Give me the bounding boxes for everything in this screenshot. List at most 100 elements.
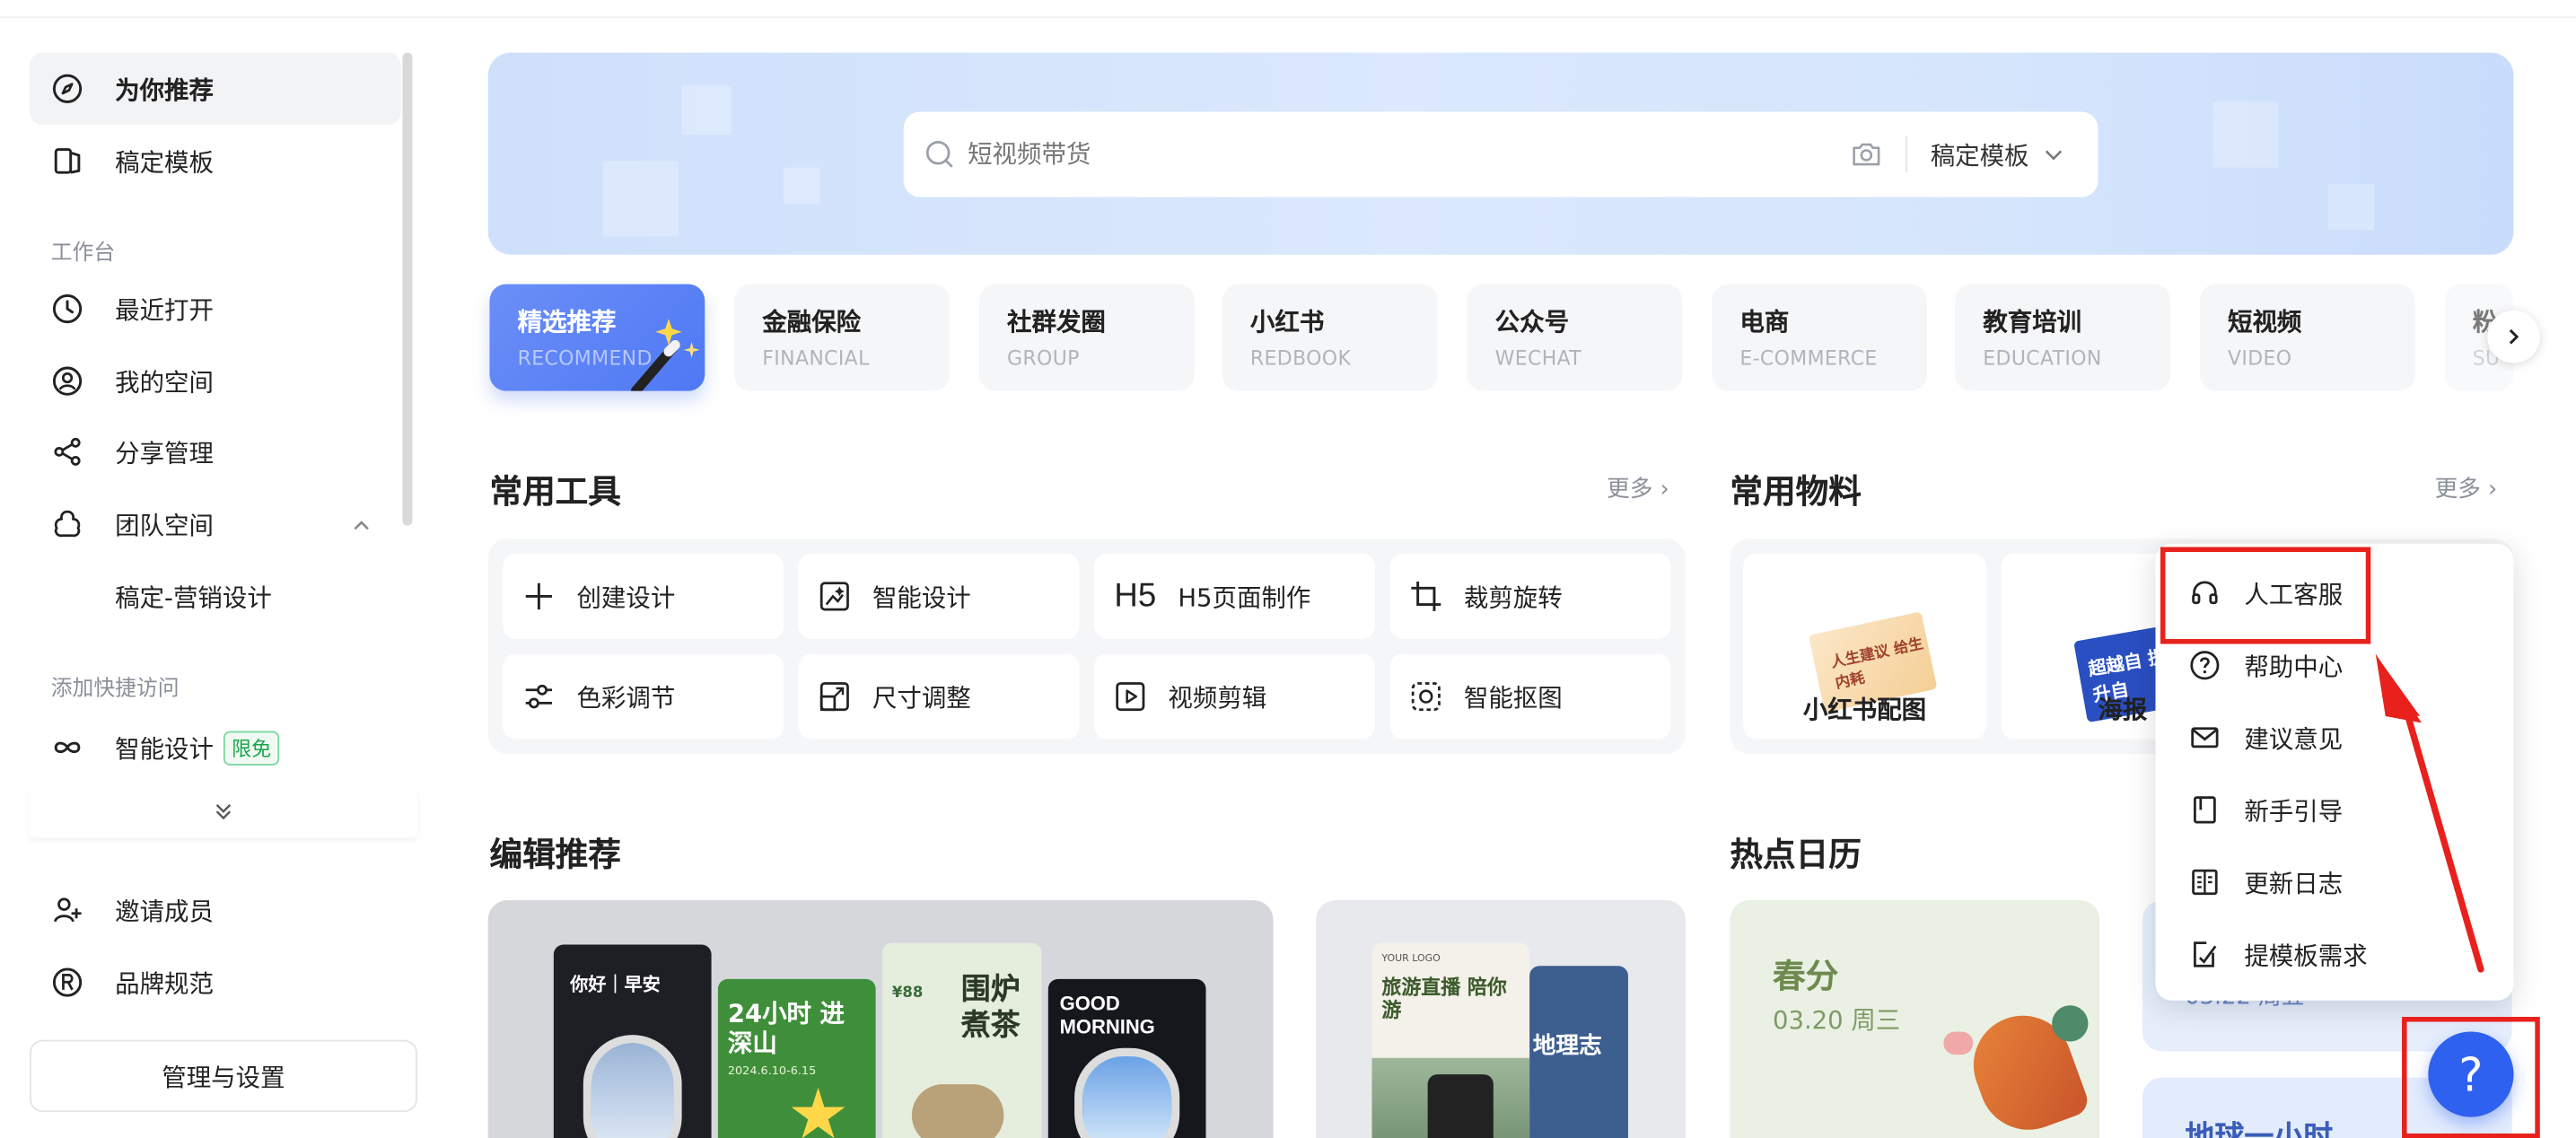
tools-panel: 创建设计 智能设计 H5 H5页面制作 裁剪旋转 色彩调节 尺寸调整 视频剪辑 (487, 538, 1686, 755)
material-label: 小红书配图 (1802, 695, 1927, 725)
sidebar-item-share[interactable]: 分享管理 (30, 416, 401, 488)
poster-thumbnail: GOOD MORNING (1047, 978, 1206, 1138)
manage-settings-button[interactable]: 管理与设置 (29, 1039, 417, 1113)
tool-label: 色彩调节 (576, 682, 676, 713)
help-menu-label: 提模板需求 (2244, 940, 2368, 970)
category-education[interactable]: 教育培训 EDUCATION (1955, 284, 2170, 391)
tools-more-link[interactable]: 更多 › (1607, 471, 1669, 504)
compass-icon (51, 73, 84, 106)
sidebar-item-label: 团队空间 (115, 510, 214, 540)
sidebar-item-label: 我的空间 (115, 367, 214, 398)
search-input[interactable] (968, 139, 1851, 170)
help-menu-item-changelog[interactable]: 更新日志 (2155, 853, 2513, 912)
team-icon (51, 508, 84, 541)
help-circle-icon (2188, 649, 2221, 682)
tool-h5[interactable]: H5 H5页面制作 (1094, 553, 1376, 640)
category-wechat[interactable]: 公众号 WECHAT (1467, 284, 1683, 391)
sliders-icon (521, 678, 556, 714)
chevron-down-icon[interactable] (2042, 143, 2065, 166)
video-icon (1112, 678, 1148, 714)
ai-design-icon (817, 578, 853, 614)
search-scope-select[interactable]: 稿定模板 (1931, 137, 2029, 171)
category-recommend[interactable]: 精选推荐 RECOMMEND (489, 284, 705, 391)
log-icon (2188, 866, 2221, 899)
sidebar-item-label: 邀请成员 (115, 896, 214, 926)
help-menu-item-feedback[interactable]: 建议意见 (2155, 708, 2513, 767)
tool-cutout[interactable]: 智能抠图 (1389, 653, 1671, 740)
tool-create-design[interactable]: 创建设计 (503, 553, 784, 640)
help-menu-item-template-request[interactable]: 提模板需求 (2155, 925, 2513, 985)
sidebar-item-label: 分享管理 (115, 437, 214, 468)
camera-icon[interactable] (1850, 138, 1883, 171)
expand-more-button[interactable] (30, 789, 417, 838)
category-video[interactable]: 短视频 VIDEO (2199, 284, 2415, 391)
tool-color-adjust[interactable]: 色彩调节 (503, 653, 784, 740)
poster-text: 2024.6.10-6.15 (727, 1064, 817, 1078)
calendar-section-title: 热点日历 (1730, 834, 1862, 874)
annotation-highlight-customer-service (2160, 547, 2371, 644)
help-menu-label: 建议意见 (2244, 723, 2344, 754)
poster-text: 地理志 (1532, 1033, 1602, 1060)
category-subtitle: FINANCIAL (762, 346, 870, 370)
sidebar-item-smart-design[interactable]: 智能设计 限免 (30, 712, 401, 784)
calendar-card-spring-equinox[interactable]: 春分 03.20 周三 (1730, 900, 2100, 1138)
poster-text: 围炉 煮茶 (960, 972, 1021, 1044)
category-subtitle: WECHAT (1494, 346, 1582, 370)
tool-label: 智能抠图 (1463, 682, 1563, 713)
sidebar-item-invite[interactable]: 邀请成员 (30, 874, 401, 947)
tool-video-edit[interactable]: 视频剪辑 (1094, 653, 1376, 740)
category-title: 金融保险 (762, 307, 862, 337)
poster-text: YOUR LOGO (1381, 952, 1441, 965)
infinity-icon (51, 731, 84, 765)
category-financial[interactable]: 金融保险 FINANCIAL (734, 284, 950, 391)
sidebar-item-label: 为你推荐 (115, 74, 214, 105)
sidebar: 为你推荐 稿定模板 工作台 最近打开 我的空间 分享管理 团队空间 稿定-营销设… (0, 0, 431, 1138)
poster-thumbnail: 24小时 进深山 2024.6.10-6.15 (717, 978, 876, 1138)
sidebar-item-label: 智能设计 (115, 733, 214, 764)
mail-icon (2188, 722, 2221, 755)
poster-thumbnail: 旅游直播 陪你游 YOUR LOGO (1371, 942, 1530, 1138)
double-chevron-down-icon (214, 798, 233, 829)
material-card-redbook[interactable]: 人生建议 给生内耗 小红书配图 (1743, 553, 1986, 740)
category-subtitle: VIDEO (2228, 346, 2292, 370)
help-menu-item-guide[interactable]: 新手引导 (2155, 780, 2513, 839)
tool-resize[interactable]: 尺寸调整 (798, 653, 1080, 740)
search-bar: 稿定模板 (903, 111, 2098, 197)
materials-more-link[interactable]: 更多 › (2435, 471, 2498, 504)
sidebar-scrollbar[interactable] (402, 52, 413, 526)
crop-icon (1408, 578, 1444, 614)
template-icon (51, 144, 84, 178)
editor-card-main[interactable]: 你好｜早安 24小时 进深山 2024.6.10-6.15 围炉 煮茶 ¥88 … (487, 900, 1274, 1138)
annotation-highlight-help-button (2402, 1017, 2540, 1138)
category-redbook[interactable]: 小红书 REDBOOK (1222, 284, 1438, 391)
tool-crop-rotate[interactable]: 裁剪旋转 (1389, 553, 1671, 640)
sidebar-team-sub-item[interactable]: 稿定-营销设计 (115, 580, 272, 614)
sidebar-item-recommend[interactable]: 为你推荐 (29, 52, 401, 126)
sidebar-item-team[interactable]: 团队空间 (30, 488, 401, 561)
clock-icon (51, 293, 84, 326)
sidebar-item-recent[interactable]: 最近打开 (30, 273, 401, 346)
sidebar-item-my-space[interactable]: 我的空间 (30, 345, 401, 417)
h5-icon: H5 (1114, 577, 1157, 614)
editor-card-travel[interactable]: 旅游直播 陪你游 YOUR LOGO 地理志 (1316, 900, 1686, 1138)
chevron-right-icon (2509, 328, 2519, 345)
category-next-button[interactable] (2487, 310, 2540, 363)
category-group[interactable]: 社群发圈 GROUP (978, 284, 1195, 391)
materials-section-title: 常用物料 (1730, 471, 1862, 512)
chevron-up-icon[interactable] (352, 512, 372, 542)
sidebar-item-brand[interactable]: 品牌规范 (30, 946, 401, 1019)
poster-text: 24小时 进深山 (727, 998, 846, 1058)
poster-thumbnail: 你好｜早安 (553, 944, 712, 1138)
tool-label: 创建设计 (576, 582, 676, 612)
sidebar-item-templates[interactable]: 稿定模板 (30, 125, 401, 197)
help-menu-label: 帮助中心 (2244, 651, 2344, 681)
category-ecommerce[interactable]: 电商 E-COMMERCE (1712, 284, 1928, 391)
search-divider (1906, 136, 1908, 173)
sidebar-item-label: 最近打开 (115, 294, 214, 325)
workspace-section-label: 工作台 (50, 241, 116, 267)
editor-section-title: 编辑推荐 (489, 834, 621, 874)
free-badge: 限免 (223, 730, 280, 766)
tool-smart-design[interactable]: 智能设计 (798, 553, 1080, 640)
help-menu-item-help-center[interactable]: 帮助中心 (2155, 635, 2513, 695)
poster-thumbnail: 围炉 煮茶 ¥88 (881, 942, 1042, 1138)
